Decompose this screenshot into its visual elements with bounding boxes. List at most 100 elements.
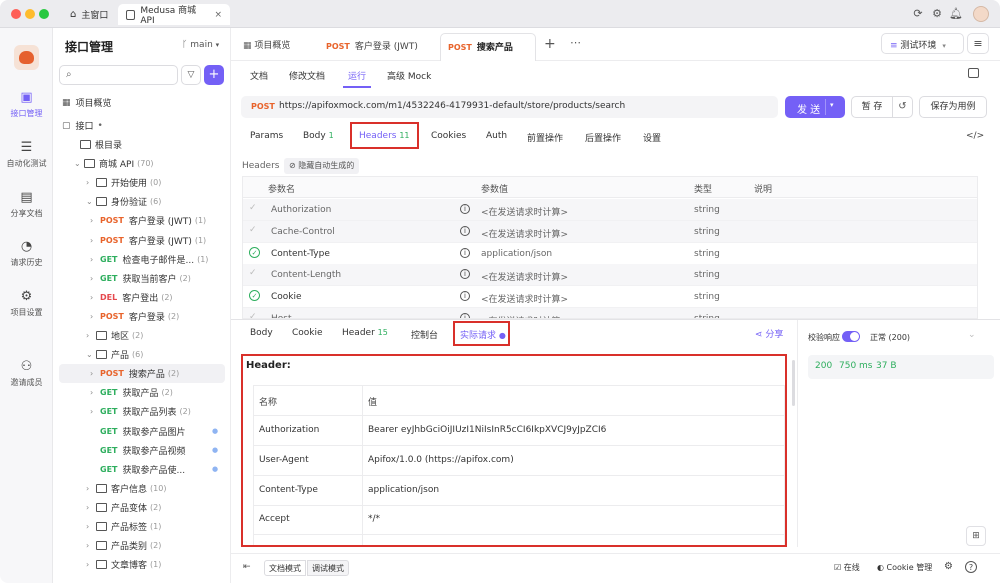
nav-api-management[interactable]: ▣ 接口管理 bbox=[0, 90, 53, 119]
bell-icon[interactable]: 🔔︎ bbox=[949, 7, 963, 21]
help-icon[interactable]: ? bbox=[965, 561, 977, 573]
collapse-sidebar-icon[interactable]: ⇤ bbox=[243, 562, 251, 572]
chevron-right-icon[interactable]: › bbox=[86, 178, 96, 187]
tree-api-item[interactable]: GET 获取参产品视频 ● bbox=[53, 441, 231, 460]
new-tab-button[interactable]: + bbox=[544, 36, 556, 52]
table-row[interactable]: ✓ Authorization i <在发送请求时计算> string bbox=[243, 199, 977, 221]
tab-body[interactable]: Body 1 bbox=[303, 131, 334, 141]
nav-request-history[interactable]: ◔ 请求历史 bbox=[0, 239, 53, 268]
tree-folder[interactable]: ⌄ 商城 API (70) bbox=[53, 154, 231, 173]
header-value[interactable]: application/json bbox=[481, 249, 552, 259]
header-value[interactable]: <在发送请求时计算> bbox=[481, 292, 568, 305]
search-input-box[interactable]: ⌕ bbox=[59, 65, 178, 85]
response-scrollbar[interactable] bbox=[792, 360, 795, 406]
info-icon[interactable]: i bbox=[460, 204, 470, 214]
tree-folder[interactable]: › 开始使用 (0) bbox=[53, 173, 231, 192]
add-button[interactable]: + bbox=[204, 65, 224, 85]
menu-button[interactable]: ≡ bbox=[967, 33, 989, 54]
refresh-icon[interactable]: ⟳ bbox=[911, 7, 925, 21]
header-name[interactable]: Cookie bbox=[271, 292, 302, 302]
nav-automation-test[interactable]: ☰ 自动化测试 bbox=[0, 140, 53, 169]
chevron-right-icon[interactable]: › bbox=[90, 255, 100, 264]
chevron-down-icon[interactable]: ⌄ bbox=[74, 159, 84, 168]
tree-folder[interactable]: › 产品标签 (1) bbox=[53, 517, 231, 536]
gear-icon[interactable]: ⚙ bbox=[930, 7, 944, 21]
check-icon[interactable]: ✓ bbox=[249, 225, 257, 235]
header-name[interactable]: Content-Type bbox=[271, 249, 330, 259]
table-row[interactable]: ✓Hosti<在发送请求时计算>string bbox=[243, 308, 977, 318]
avatar[interactable] bbox=[973, 6, 989, 22]
tree-folder[interactable]: › 文章博客 (1) bbox=[53, 555, 231, 574]
subtab-doc[interactable]: 文档 bbox=[250, 69, 268, 82]
chevron-right-icon[interactable]: › bbox=[86, 522, 96, 531]
info-icon[interactable]: i bbox=[460, 269, 470, 280]
url-bar[interactable]: POST https://apifoxmock.com/m1/4532246-4… bbox=[241, 96, 778, 118]
chevron-right-icon[interactable]: › bbox=[90, 274, 100, 283]
debug-mode-button[interactable]: 调试模式 bbox=[307, 560, 349, 576]
chevron-right-icon[interactable]: › bbox=[86, 331, 96, 340]
check-circle-icon[interactable]: ✓ bbox=[249, 290, 260, 302]
tab-params[interactable]: Params bbox=[250, 131, 283, 141]
chevron-right-icon[interactable]: › bbox=[90, 388, 100, 397]
filter-button[interactable]: ▽ bbox=[181, 65, 201, 85]
close-window-button[interactable] bbox=[11, 9, 21, 19]
tree-api-item[interactable]: GET 获取参产品使... ● bbox=[53, 460, 231, 479]
tab-settings[interactable]: 设置 bbox=[643, 131, 661, 144]
resp-tab-body[interactable]: Body bbox=[250, 328, 273, 338]
nav-share-doc[interactable]: ▤ 分享文档 bbox=[0, 190, 53, 219]
doc-mode-button[interactable]: 文档模式 bbox=[264, 560, 306, 576]
chevron-right-icon[interactable]: › bbox=[86, 484, 96, 493]
tree-folder[interactable]: ⌄ 产品 (6) bbox=[53, 345, 231, 364]
online-status[interactable]: ☑ 在线 bbox=[834, 562, 860, 573]
chevron-down-icon[interactable]: ⌄ bbox=[86, 350, 96, 359]
tab-auth[interactable]: Auth bbox=[486, 131, 507, 141]
chevron-right-icon[interactable]: › bbox=[90, 293, 100, 302]
header-name[interactable]: Content-Length bbox=[271, 270, 341, 280]
chevron-right-icon[interactable]: › bbox=[90, 236, 100, 245]
header-name[interactable]: Cache-Control bbox=[271, 227, 335, 237]
reset-button[interactable]: ↺ bbox=[892, 96, 913, 118]
env-selector[interactable]: ≡ 测试环境 ▾ bbox=[881, 33, 964, 54]
tree-api-item[interactable]: › GET 获取当前客户 (2) bbox=[53, 269, 231, 288]
header-value[interactable]: <在发送请求时计算> bbox=[481, 227, 568, 240]
share-button[interactable]: ⋖ 分享 bbox=[755, 327, 783, 340]
doc-tab-overview[interactable]: ▦ 项目概览 bbox=[243, 38, 290, 51]
table-row[interactable]: ✓ Cookie i <在发送请求时计算> string bbox=[243, 286, 977, 309]
table-row[interactable]: ✓ Cache-Control i <在发送请求时计算> string bbox=[243, 220, 977, 243]
request-url-input[interactable]: https://apifoxmock.com/m1/4532246-417993… bbox=[279, 101, 625, 111]
chevron-right-icon[interactable]: › bbox=[90, 369, 100, 378]
tree-api-item[interactable]: › DEL 客户登出 (2) bbox=[53, 288, 231, 307]
tree-api-item[interactable]: GET 获取参产品图片 ● bbox=[53, 422, 231, 441]
resp-tab-header[interactable]: Header 15 bbox=[342, 328, 388, 338]
table-row[interactable]: ✓ Content-Type i application/json string bbox=[243, 242, 977, 265]
subtab-advanced-mock[interactable]: 高级 Mock bbox=[387, 69, 431, 82]
chevron-down-icon[interactable]: ⌄ bbox=[86, 197, 96, 206]
check-circle-icon[interactable]: ✓ bbox=[249, 246, 260, 258]
layout-toggle-icon[interactable] bbox=[968, 68, 979, 78]
info-icon[interactable]: i bbox=[460, 225, 470, 236]
tree-api-item[interactable]: › POST 客户登录 (JWT) (1) bbox=[53, 231, 231, 250]
header-name[interactable]: Authorization bbox=[271, 205, 331, 215]
nav-project-settings[interactable]: ⚙ 项目设置 bbox=[0, 289, 53, 318]
tree-folder[interactable]: 根目录 bbox=[53, 135, 231, 154]
tab-medusa-api[interactable]: Medusa 商城 API × bbox=[118, 4, 230, 26]
interface-section[interactable]: ▢ 接口 • bbox=[53, 116, 231, 135]
subtab-run[interactable]: 运行 bbox=[348, 69, 366, 82]
project-overview-item[interactable]: ▦ 项目概览 bbox=[53, 93, 231, 112]
tab-cookies[interactable]: Cookies bbox=[431, 131, 466, 141]
info-icon[interactable]: i bbox=[460, 291, 470, 302]
send-button[interactable]: 发 送 ▾ bbox=[785, 96, 845, 118]
save-as-case-button[interactable]: 保存为用例 bbox=[919, 96, 987, 118]
chevron-right-icon[interactable]: › bbox=[86, 503, 96, 512]
chevron-right-icon[interactable]: › bbox=[90, 312, 100, 321]
search-input[interactable] bbox=[80, 68, 174, 82]
tree-api-item[interactable]: › GET 获取产品列表 (2) bbox=[53, 402, 231, 421]
save-draft-button[interactable]: 暂 存 bbox=[851, 96, 893, 118]
tree-folder[interactable]: ⌄ 身份验证 (6) bbox=[53, 192, 231, 211]
chevron-right-icon[interactable]: › bbox=[90, 216, 100, 225]
tree-api-item[interactable]: › GET 检查电子邮件是... (1) bbox=[53, 250, 231, 269]
cookie-manager-button[interactable]: ◐ Cookie 管理 bbox=[877, 562, 932, 573]
maximize-window-button[interactable] bbox=[39, 9, 49, 19]
tree-folder[interactable]: › 地区 (2) bbox=[53, 326, 231, 345]
doc-tab-customer-login[interactable]: POST 客户登录 (JWT) bbox=[318, 33, 436, 61]
